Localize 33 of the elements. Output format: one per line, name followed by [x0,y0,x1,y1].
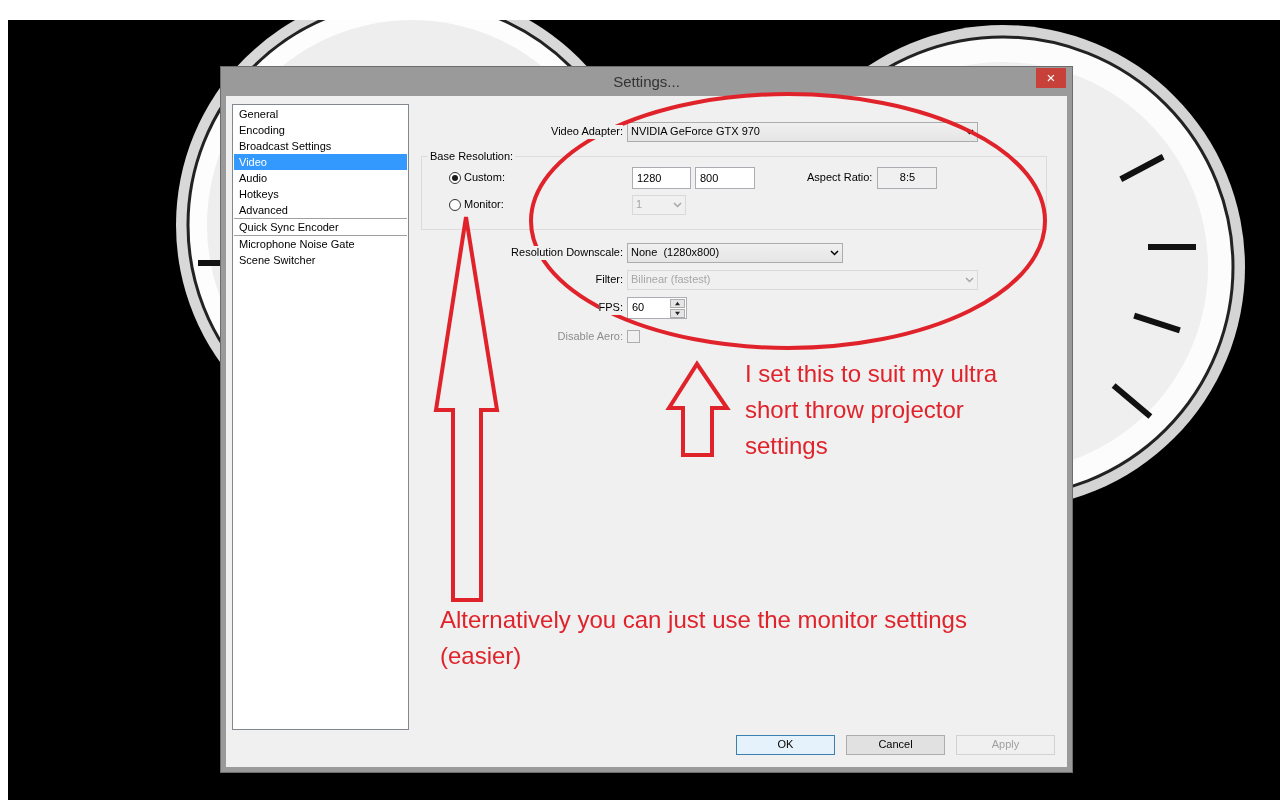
input-field[interactable]: 800 [695,167,755,189]
adapter-dropdown[interactable]: NVIDIA GeForce GTX 970 [627,122,978,142]
chevron-icon [965,129,974,135]
field-label: Video Adapter: [551,125,623,139]
dialog-button[interactable]: Cancel [846,735,945,755]
annotation-text: I set this to suit my ultra short throw projector settings [745,359,999,461]
chevron-icon [965,277,974,283]
radio-button[interactable] [449,172,461,184]
sidebar-item[interactable]: Quick Sync Encoder [234,219,407,235]
radio-button[interactable] [449,199,461,211]
sidebar-item[interactable]: General [234,106,407,122]
sidebar-item[interactable]: Audio [234,170,407,186]
chevron-icon [673,202,682,208]
chevron-icon [830,250,839,256]
window-title: Settings... [613,72,680,91]
aspect-ratio-field: 8:5 [877,167,938,189]
dialog-button[interactable]: OK [736,735,835,755]
sidebar-item[interactable]: Broadcast Settings [234,138,407,154]
sidebar-item[interactable]: Hotkeys [234,186,407,202]
fps-spinner[interactable]: 60 [627,297,687,319]
sidebar-item[interactable]: Encoding [234,122,407,138]
downscale-dropdown[interactable]: None (1280x800) [627,243,843,263]
radio-label: Custom: [464,171,505,185]
field-label: Resolution Downscale: [511,246,623,260]
annotation-text: Alternatively you can just use the monitor settings (easier) [440,605,968,671]
field-label: FPS: [598,301,623,315]
sidebar-item[interactable]: Microphone Noise Gate [234,236,407,252]
field-label: Aspect Ratio: [807,171,873,185]
close-button[interactable]: × [1036,68,1066,88]
sidebar-item[interactable]: Advanced [234,202,407,218]
input-field[interactable]: 1280 [632,167,691,189]
sidebar-item[interactable]: Scene Switcher [234,252,407,268]
radio-label: Monitor: [464,198,504,212]
